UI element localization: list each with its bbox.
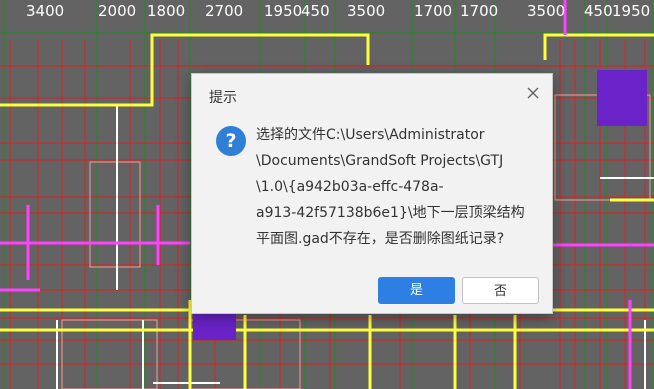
question-icon: ? [216, 126, 246, 156]
dimension-label: 2700 [205, 2, 244, 20]
dimension-label: 2000 [98, 2, 137, 20]
message-line: 选择的文件C:\Users\Administrator [256, 127, 485, 143]
dimension-label: 3500 [527, 2, 566, 20]
message-line: a913-42f57138b6e1}\地下一层顶梁结构 [256, 205, 525, 221]
confirm-dialog: 提示 ? 选择的文件C:\Users\Administrator \Docume… [191, 73, 553, 314]
dimension-label: 1700 [414, 2, 453, 20]
message-line: \1.0\{a942b03a-effc-478a- [256, 179, 444, 195]
yes-button[interactable]: 是 [378, 277, 455, 304]
message-line: 平面图.gad不存在，是否删除图纸记录? [256, 231, 505, 247]
message-line: \Documents\GrandSoft Projects\GTJ [256, 153, 504, 169]
no-button[interactable]: 否 [462, 277, 539, 304]
dimension-label: 1800 [147, 2, 186, 20]
dimension-label: 1700 [460, 2, 499, 20]
dimension-label: 1950 [264, 2, 303, 20]
dimension-label: 3400 [26, 2, 65, 20]
close-icon[interactable] [524, 84, 542, 102]
dimension-label: 450 [584, 2, 613, 20]
dialog-message: 选择的文件C:\Users\Administrator \Documents\G… [256, 122, 526, 252]
dimension-label: 1950 [612, 2, 651, 20]
dimension-label: 450 [301, 2, 330, 20]
dialog-title: 提示 [209, 90, 237, 106]
dimension-label: 3500 [347, 2, 386, 20]
